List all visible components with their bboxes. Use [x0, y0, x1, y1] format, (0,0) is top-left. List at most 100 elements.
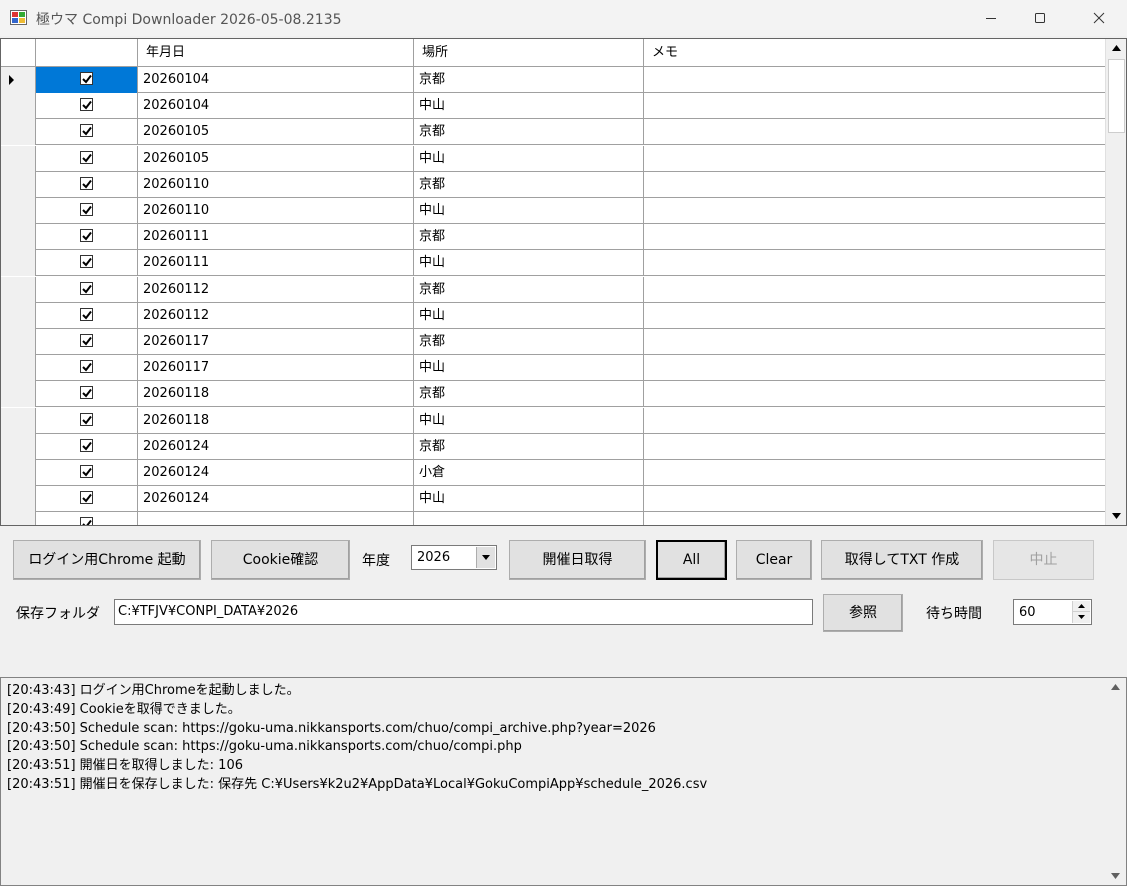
row-header-cell[interactable]: [1, 145, 36, 172]
table-row[interactable]: 20260110 京都: [1, 171, 1105, 198]
place-cell[interactable]: 中山: [414, 355, 644, 382]
row-header-cell[interactable]: [1, 224, 36, 251]
date-cell[interactable]: 20260110: [138, 198, 414, 224]
memo-cell[interactable]: [644, 486, 1105, 512]
checkbox-cell[interactable]: [36, 355, 138, 382]
place-cell[interactable]: 京都: [414, 119, 644, 146]
checkbox-cell[interactable]: [36, 381, 138, 408]
cookie-check-button[interactable]: Cookie確認: [211, 540, 350, 580]
place-cell[interactable]: 京都: [414, 329, 644, 355]
table-row[interactable]: [1, 512, 1105, 525]
year-dropdown-button[interactable]: [476, 547, 495, 568]
row-header-cell[interactable]: [1, 381, 36, 408]
date-cell[interactable]: 20260111: [138, 250, 414, 277]
memo-cell[interactable]: [644, 408, 1105, 434]
date-cell[interactable]: 20260110: [138, 171, 414, 198]
memo-cell[interactable]: [644, 460, 1105, 486]
row-header-cell[interactable]: [1, 171, 36, 198]
row-checkbox[interactable]: [80, 229, 93, 243]
table-row[interactable]: 20260112 中山: [1, 302, 1105, 329]
memo-column-header[interactable]: メモ: [644, 39, 1105, 67]
row-header-cell[interactable]: [1, 329, 36, 355]
row-header-cell[interactable]: [1, 512, 36, 525]
table-row[interactable]: 20260110 中山: [1, 198, 1105, 224]
place-cell[interactable]: 中山: [414, 486, 644, 513]
place-cell[interactable]: 京都: [414, 67, 644, 93]
table-row[interactable]: 20260124 小倉: [1, 460, 1105, 486]
minimize-button[interactable]: [968, 0, 1014, 36]
place-cell[interactable]: 中山: [414, 198, 644, 224]
login-chrome-button[interactable]: ログイン用Chrome 起動: [13, 540, 201, 580]
table-row[interactable]: 20260105 京都: [1, 119, 1105, 146]
memo-cell[interactable]: [644, 93, 1105, 119]
row-checkbox[interactable]: [80, 438, 93, 452]
checkbox-cell[interactable]: [36, 460, 138, 486]
row-header-cell[interactable]: [1, 250, 36, 277]
table-row[interactable]: 20260117 中山: [1, 355, 1105, 382]
place-cell[interactable]: 京都: [414, 381, 644, 408]
row-header-cell[interactable]: [1, 355, 36, 382]
table-row[interactable]: 20260117 京都: [1, 329, 1105, 355]
table-row[interactable]: 20260124 中山: [1, 486, 1105, 513]
place-cell[interactable]: 中山: [414, 93, 644, 120]
date-cell[interactable]: 20260124: [138, 433, 414, 460]
row-header-cell[interactable]: [1, 276, 36, 303]
checkbox-cell[interactable]: [36, 198, 138, 224]
place-cell[interactable]: 中山: [414, 407, 644, 434]
date-cell[interactable]: 20260105: [138, 145, 414, 172]
memo-cell[interactable]: [644, 172, 1105, 198]
checkbox-cell[interactable]: [36, 93, 138, 120]
row-checkbox[interactable]: [80, 72, 93, 85]
place-column-header[interactable]: 場所: [414, 39, 644, 67]
all-button[interactable]: All: [656, 540, 727, 580]
table-row[interactable]: 20260111 中山: [1, 250, 1105, 277]
memo-cell[interactable]: [644, 146, 1105, 172]
place-cell[interactable]: 中山: [414, 250, 644, 277]
row-checkbox[interactable]: [80, 281, 93, 295]
memo-cell[interactable]: [644, 355, 1105, 381]
stop-button[interactable]: 中止: [993, 540, 1094, 580]
row-checkbox[interactable]: [80, 150, 93, 164]
date-cell[interactable]: 20260118: [138, 407, 414, 434]
scroll-up-button[interactable]: [1106, 39, 1126, 57]
row-header-cell[interactable]: [1, 198, 36, 224]
date-cell[interactable]: 20260104: [138, 67, 414, 93]
row-checkbox[interactable]: [80, 98, 93, 112]
memo-cell[interactable]: [644, 277, 1105, 303]
row-header-cell[interactable]: [1, 486, 36, 513]
date-cell[interactable]: 20260124: [138, 486, 414, 513]
date-cell[interactable]: 20260117: [138, 355, 414, 382]
spin-down-button[interactable]: [1073, 612, 1090, 623]
checkbox-cell[interactable]: [36, 407, 138, 434]
browse-button[interactable]: 参照: [823, 594, 903, 632]
checkbox-cell[interactable]: [36, 329, 138, 355]
save-folder-input[interactable]: C:¥TFJV¥CONPI_DATA¥2026: [114, 599, 813, 625]
checkbox-cell[interactable]: [36, 276, 138, 303]
memo-cell[interactable]: [644, 434, 1105, 460]
wait-time-stepper[interactable]: 60: [1013, 599, 1092, 625]
maximize-button[interactable]: [1017, 0, 1063, 36]
scroll-thumb[interactable]: [1108, 59, 1125, 133]
row-checkbox[interactable]: [80, 360, 93, 374]
place-cell[interactable]: 中山: [414, 302, 644, 329]
row-checkbox[interactable]: [80, 203, 93, 216]
place-cell[interactable]: 小倉: [414, 460, 644, 486]
place-cell[interactable]: 京都: [414, 276, 644, 303]
date-cell[interactable]: 20260111: [138, 224, 414, 251]
table-row[interactable]: 20260124 京都: [1, 433, 1105, 460]
date-cell[interactable]: 20260117: [138, 329, 414, 355]
checkbox-cell[interactable]: [36, 171, 138, 198]
log-scroll-down-button[interactable]: [1105, 867, 1126, 885]
row-header-cell[interactable]: [1, 460, 36, 486]
memo-cell[interactable]: [644, 381, 1105, 407]
row-checkbox[interactable]: [80, 412, 93, 426]
row-header-cell[interactable]: [1, 119, 36, 146]
memo-cell[interactable]: [644, 67, 1105, 93]
row-header-cell[interactable]: [1, 302, 36, 329]
year-select[interactable]: 2026: [411, 545, 497, 570]
clear-button[interactable]: Clear: [736, 540, 812, 580]
memo-cell[interactable]: [644, 512, 1105, 525]
grid-scrollbar[interactable]: [1105, 39, 1126, 525]
row-checkbox[interactable]: [80, 307, 93, 321]
checkbox-cell[interactable]: [36, 512, 138, 525]
